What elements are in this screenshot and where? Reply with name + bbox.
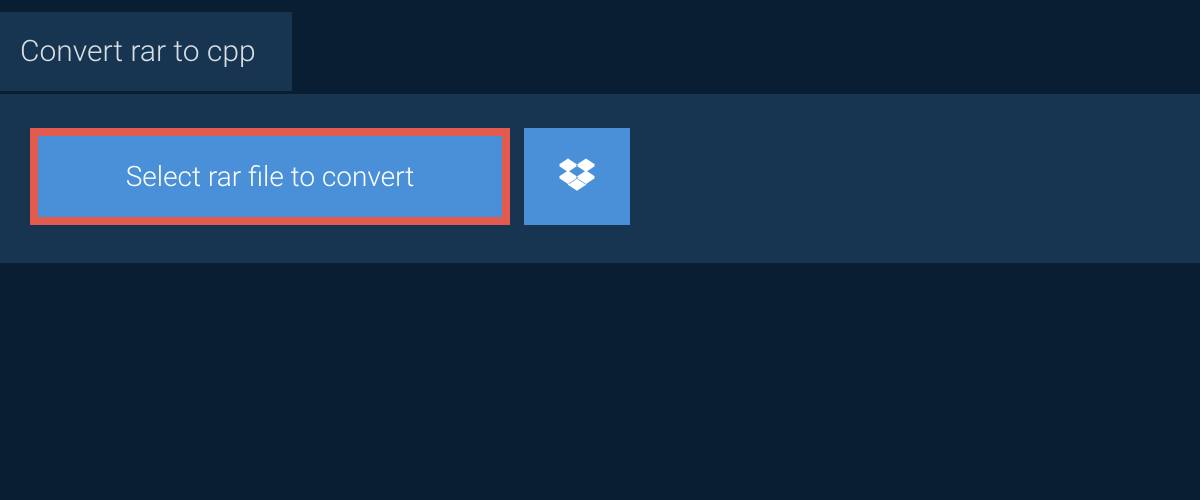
tab-title: Convert rar to cpp: [20, 34, 256, 69]
dropbox-button[interactable]: [524, 128, 630, 225]
select-file-label: Select rar file to convert: [126, 160, 415, 193]
button-row: Select rar file to convert: [30, 128, 1170, 225]
upload-panel: Select rar file to convert: [0, 94, 1200, 263]
select-file-button[interactable]: Select rar file to convert: [30, 128, 510, 225]
tab-container: Convert rar to cpp: [0, 12, 292, 91]
dropbox-icon: [559, 157, 595, 197]
tab-convert[interactable]: Convert rar to cpp: [0, 12, 292, 91]
